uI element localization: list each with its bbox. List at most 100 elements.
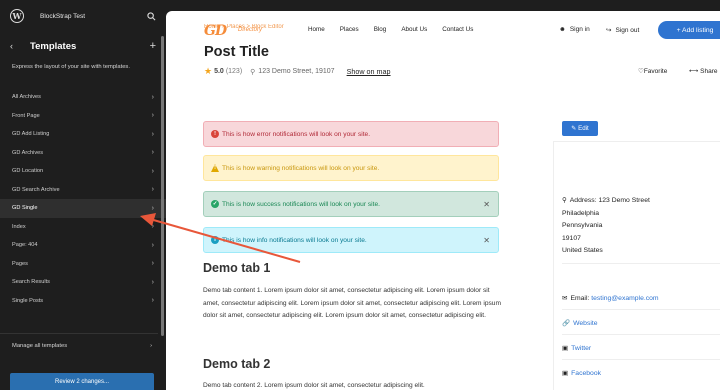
templates-title: Templates	[30, 40, 77, 52]
review-changes-button[interactable]: Review 2 changes...	[10, 373, 154, 390]
facebook-row: ▣ Facebook	[562, 368, 601, 381]
website-row: 🔗 Website	[562, 318, 598, 331]
chevron-right-icon: ›	[151, 297, 154, 305]
close-icon[interactable]: ✕	[483, 236, 490, 245]
tab1-content: Demo tab content 1. Lorem ipsum dolor si…	[203, 287, 501, 319]
nav-places[interactable]: Places	[340, 26, 359, 33]
twitter-icon: ▣	[562, 345, 569, 352]
post-title: Post Title	[204, 44, 269, 60]
nav-about-us[interactable]: About Us	[401, 26, 427, 33]
template-item-gd-location[interactable]: GD Location ›	[0, 162, 166, 181]
sign-in-link[interactable]: ☻ Sign in	[559, 26, 590, 33]
template-item-index[interactable]: Index ›	[0, 218, 166, 237]
tab2-content: Demo tab content 2. Lorem ipsum dolor si…	[203, 382, 425, 389]
warning-alert: ! This is how warning notifications will…	[203, 155, 499, 181]
facebook-icon: ▣	[562, 370, 569, 377]
editor-topbar: W BlockStrap Test	[0, 0, 166, 32]
link-icon: 🔗	[562, 320, 571, 327]
template-item-pages[interactable]: Pages ›	[0, 255, 166, 274]
sign-out-link[interactable]: ↪ Sign out	[606, 26, 639, 35]
map-pin-icon: ⚲	[250, 68, 256, 76]
close-icon[interactable]: ✕	[483, 200, 490, 209]
search-icon[interactable]	[147, 11, 156, 21]
chevron-right-icon: ›	[151, 130, 154, 138]
rating-count: (123)	[225, 68, 243, 75]
facebook-link[interactable]: Facebook	[571, 370, 601, 377]
chevron-right-icon: ›	[151, 186, 154, 194]
tab1-heading: Demo tab 1	[203, 261, 271, 275]
pencil-icon: ✎	[571, 125, 579, 132]
chevron-right-icon: ›	[151, 241, 154, 249]
favorite-button[interactable]: ♡Favorite	[638, 67, 667, 75]
address-block: ⚲ Address: 123 Demo Street Philadelphia P…	[562, 197, 650, 255]
editor-canvas[interactable]: Home > Places > Block Editor GD Director…	[166, 11, 720, 390]
info-icon: i	[211, 236, 219, 244]
chevron-right-icon: ›	[151, 260, 154, 268]
add-template-icon[interactable]: +	[150, 40, 156, 52]
sidebar-scrollbar[interactable]	[161, 36, 164, 336]
nav-home[interactable]: Home	[308, 26, 325, 33]
post-meta: ★ 5.0 (123) ⚲ 123 Demo Street, 19107 Sho…	[204, 66, 391, 77]
template-item-single-posts[interactable]: Single Posts ›	[0, 292, 166, 311]
templates-header: ‹ Templates +	[0, 32, 166, 60]
chevron-right-icon: ›	[151, 149, 154, 157]
share-icon: ⟷	[689, 68, 701, 75]
divider	[562, 359, 720, 360]
manage-templates-link[interactable]: Manage all templates ›	[12, 343, 152, 349]
envelope-icon: ✉	[562, 295, 568, 302]
check-icon: ✓	[211, 200, 219, 208]
twitter-row: ▣ Twitter	[562, 343, 591, 356]
success-alert: ✓ This is how success notifications will…	[203, 191, 499, 217]
site-logo-sub: Directory	[238, 27, 263, 33]
template-item-front-page[interactable]: Front Page ›	[0, 107, 166, 126]
chevron-right-icon: ›	[151, 278, 154, 286]
user-icon: ☻	[559, 26, 566, 33]
star-icon: ★	[204, 66, 213, 76]
chevron-right-icon: ›	[151, 112, 154, 120]
tab2-heading: Demo tab 2	[203, 357, 271, 371]
post-address: 123 Demo Street, 19107	[258, 68, 335, 75]
template-item-gd-add-listing[interactable]: GD Add Listing ›	[0, 125, 166, 144]
template-item-all-archives[interactable]: All Archives ›	[0, 88, 166, 107]
chevron-right-icon: ›	[151, 223, 154, 231]
templates-sidebar: W BlockStrap Test ‹ Templates + Express …	[0, 0, 166, 390]
site-editor: W BlockStrap Test ‹ Templates + Express …	[0, 0, 720, 390]
template-item-gd-search-archive[interactable]: GD Search Archive ›	[0, 181, 166, 200]
email-link[interactable]: testing@example.com	[591, 295, 658, 302]
template-item-search-results[interactable]: Search Results ›	[0, 273, 166, 292]
site-name[interactable]: BlockStrap Test	[40, 13, 147, 20]
site-logo[interactable]: GD	[204, 23, 227, 39]
wordpress-logo-icon[interactable]: W	[10, 9, 24, 23]
sidebar-divider	[0, 333, 158, 334]
template-item-gd-archives[interactable]: GD Archives ›	[0, 144, 166, 163]
website-link[interactable]: Website	[573, 320, 597, 327]
email-row: ✉ Email: testing@example.com	[562, 295, 659, 302]
show-on-map-link[interactable]: Show on map	[347, 67, 391, 76]
template-item-page-404[interactable]: Page: 404 ›	[0, 236, 166, 255]
divider	[562, 309, 720, 310]
chevron-right-icon: ›	[151, 167, 154, 175]
rating-value: 5.0	[214, 68, 224, 75]
chevron-right-icon: ›	[151, 93, 154, 101]
edit-button[interactable]: ✎ Edit	[562, 121, 598, 136]
twitter-link[interactable]: Twitter	[571, 345, 591, 352]
nav-blog[interactable]: Blog	[374, 26, 387, 33]
sign-out-icon: ↪	[606, 27, 612, 34]
chevron-right-icon: ›	[150, 343, 152, 349]
divider	[562, 334, 720, 335]
map-pin-icon: ⚲	[562, 197, 567, 204]
nav-contact-us[interactable]: Contact Us	[442, 26, 473, 33]
warning-icon: !	[211, 164, 219, 172]
share-button[interactable]: ⟷ Share	[689, 67, 717, 75]
main-nav: Home Places Blog About Us Contact Us	[308, 26, 473, 33]
error-alert: ! This is how error notifications will l…	[203, 121, 499, 147]
add-listing-button[interactable]: + Add listing	[658, 21, 720, 39]
templates-description: Express the layout of your site with tem…	[12, 64, 130, 70]
error-icon: !	[211, 130, 219, 138]
chevron-right-icon: ›	[151, 204, 154, 212]
template-item-gd-single[interactable]: GD Single ›	[0, 199, 166, 218]
info-alert: i This is how info notifications will lo…	[203, 227, 499, 253]
divider	[562, 263, 720, 264]
chevron-left-icon[interactable]: ‹	[10, 41, 22, 51]
template-list: All Archives › Front Page › GD Add Listing…	[0, 88, 166, 310]
